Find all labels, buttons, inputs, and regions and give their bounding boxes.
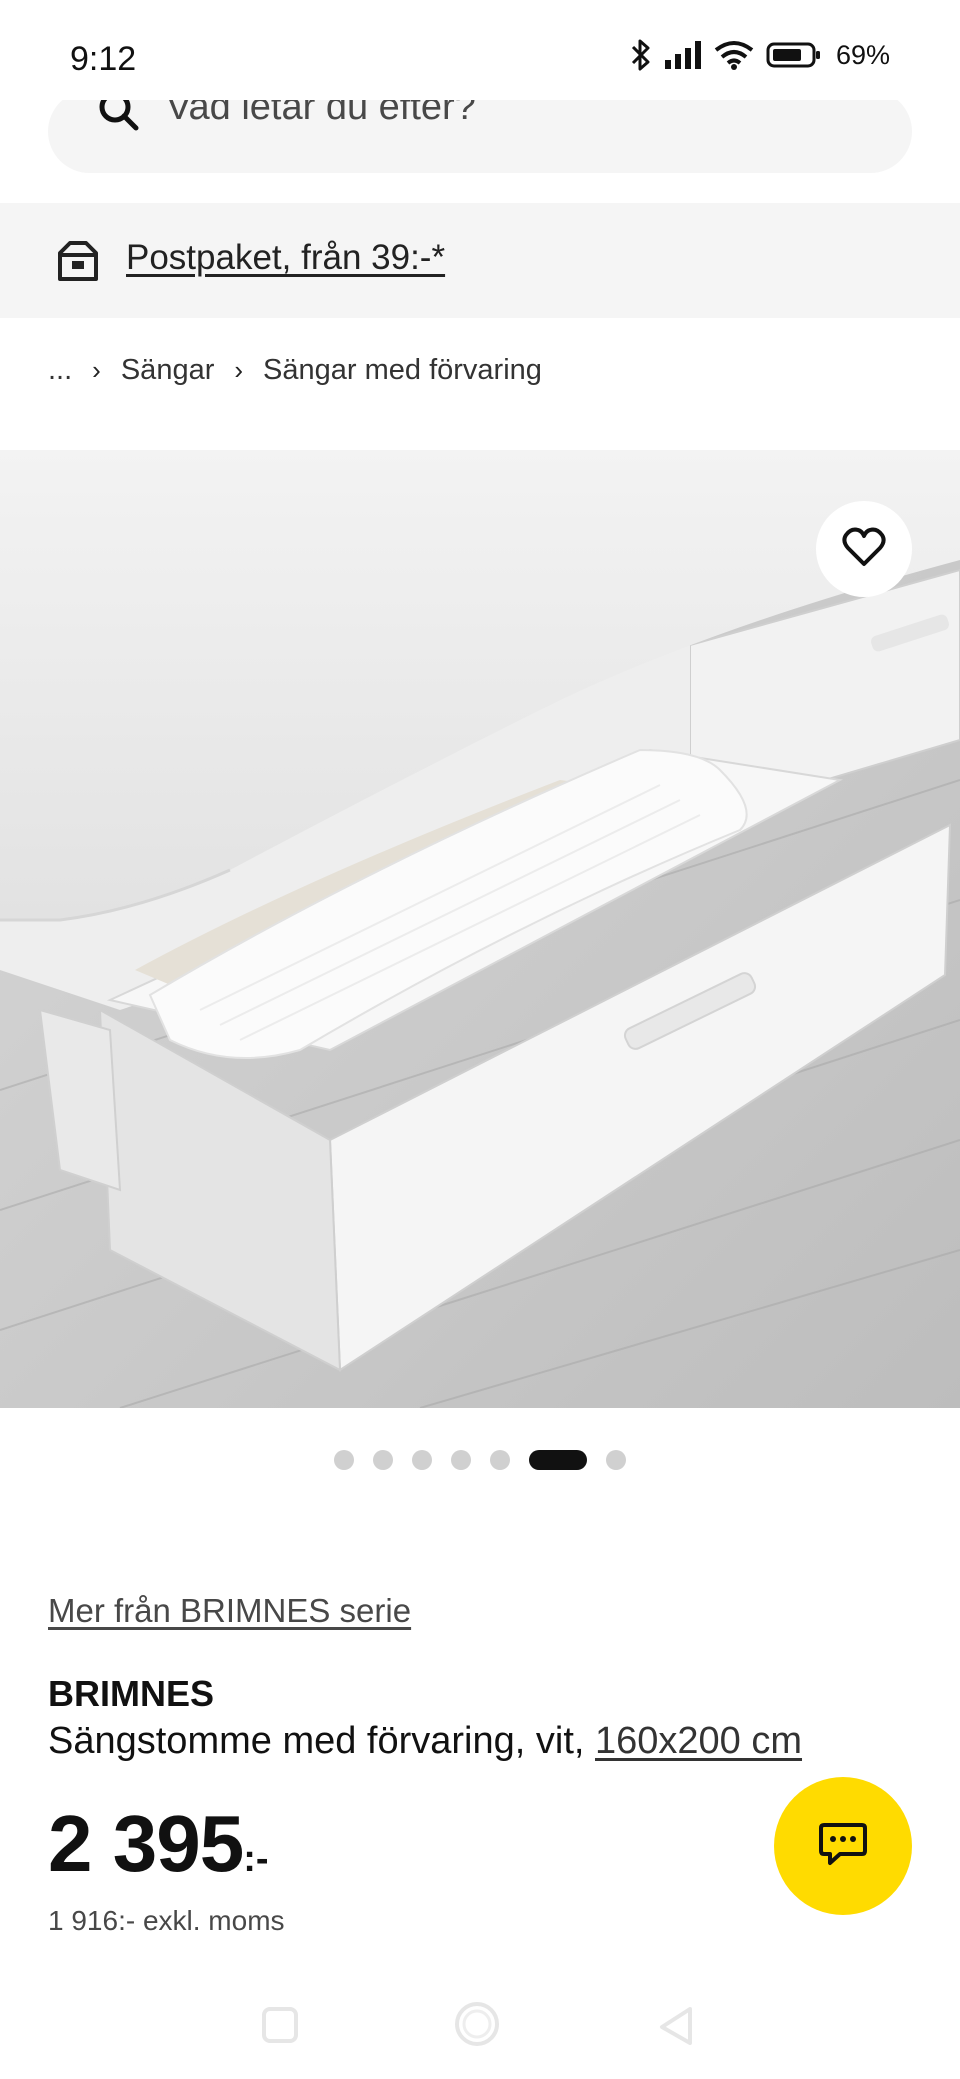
status-icons: 69% xyxy=(630,38,890,72)
status-bar: 9:12 69% xyxy=(0,0,960,115)
carousel-indicator xyxy=(0,1448,960,1472)
promo-banner: Postpaket, från 39:-* xyxy=(0,203,960,318)
battery-icon xyxy=(766,41,822,69)
back-triangle-icon[interactable] xyxy=(656,2005,696,2050)
breadcrumb-item-beds-with-storage[interactable]: Sängar med förvaring xyxy=(263,354,542,387)
breadcrumb: ... › Sängar › Sängar med förvaring xyxy=(48,350,542,390)
chevron-right-icon: › xyxy=(92,354,101,385)
search-input[interactable]: Vad letar du efter? xyxy=(48,100,912,173)
product-description: Sängstomme med förvaring, vit, 160x200 c… xyxy=(48,1720,802,1763)
breadcrumb-item-beds[interactable]: Sängar xyxy=(121,354,215,387)
package-icon xyxy=(56,239,100,288)
price-integer: 2 395 xyxy=(48,1799,244,1888)
product-description-text: Sängstomme med förvaring, vit, xyxy=(48,1720,595,1762)
breadcrumb-ellipsis[interactable]: ... xyxy=(48,354,72,387)
shipping-promo-link[interactable]: Postpaket, från 39:-* xyxy=(126,238,445,278)
system-navigation-bar xyxy=(0,1985,960,2079)
battery-percentage: 69% xyxy=(835,39,890,70)
carousel-dot[interactable] xyxy=(373,1450,393,1470)
price-excl-vat: 1 916:- exkl. moms xyxy=(48,1905,285,1936)
signal-icon xyxy=(664,40,702,70)
recents-square-icon[interactable] xyxy=(260,2005,300,2050)
carousel-dot[interactable] xyxy=(334,1450,354,1470)
search-bar-container: Vad letar du efter? xyxy=(0,100,960,190)
carousel-dot[interactable] xyxy=(490,1450,510,1470)
heart-outline-icon xyxy=(842,527,886,572)
bluetooth-icon xyxy=(630,38,652,72)
chevron-right-icon: › xyxy=(234,354,244,385)
chat-bubble-icon xyxy=(818,1821,868,1872)
chat-button[interactable] xyxy=(774,1777,912,1915)
product-name: BRIMNES xyxy=(48,1673,215,1714)
favorite-button[interactable] xyxy=(816,501,912,597)
carousel-dot[interactable] xyxy=(412,1450,432,1470)
home-circle-icon[interactable] xyxy=(452,1999,502,2054)
carousel-dot[interactable] xyxy=(606,1450,626,1470)
product-price: 2 395:- xyxy=(48,1798,269,1890)
series-link[interactable]: Mer från BRIMNES serie xyxy=(48,1592,411,1630)
wifi-icon xyxy=(714,40,754,70)
carousel-dot-active[interactable] xyxy=(529,1450,587,1470)
product-size-link[interactable]: 160x200 cm xyxy=(595,1720,802,1762)
status-time: 9:12 xyxy=(70,40,137,78)
search-icon[interactable] xyxy=(96,100,142,139)
price-suffix: :- xyxy=(243,1838,269,1880)
carousel-dot[interactable] xyxy=(451,1450,471,1470)
search-placeholder: Vad letar du efter? xyxy=(166,100,476,128)
product-image[interactable] xyxy=(0,450,960,1408)
